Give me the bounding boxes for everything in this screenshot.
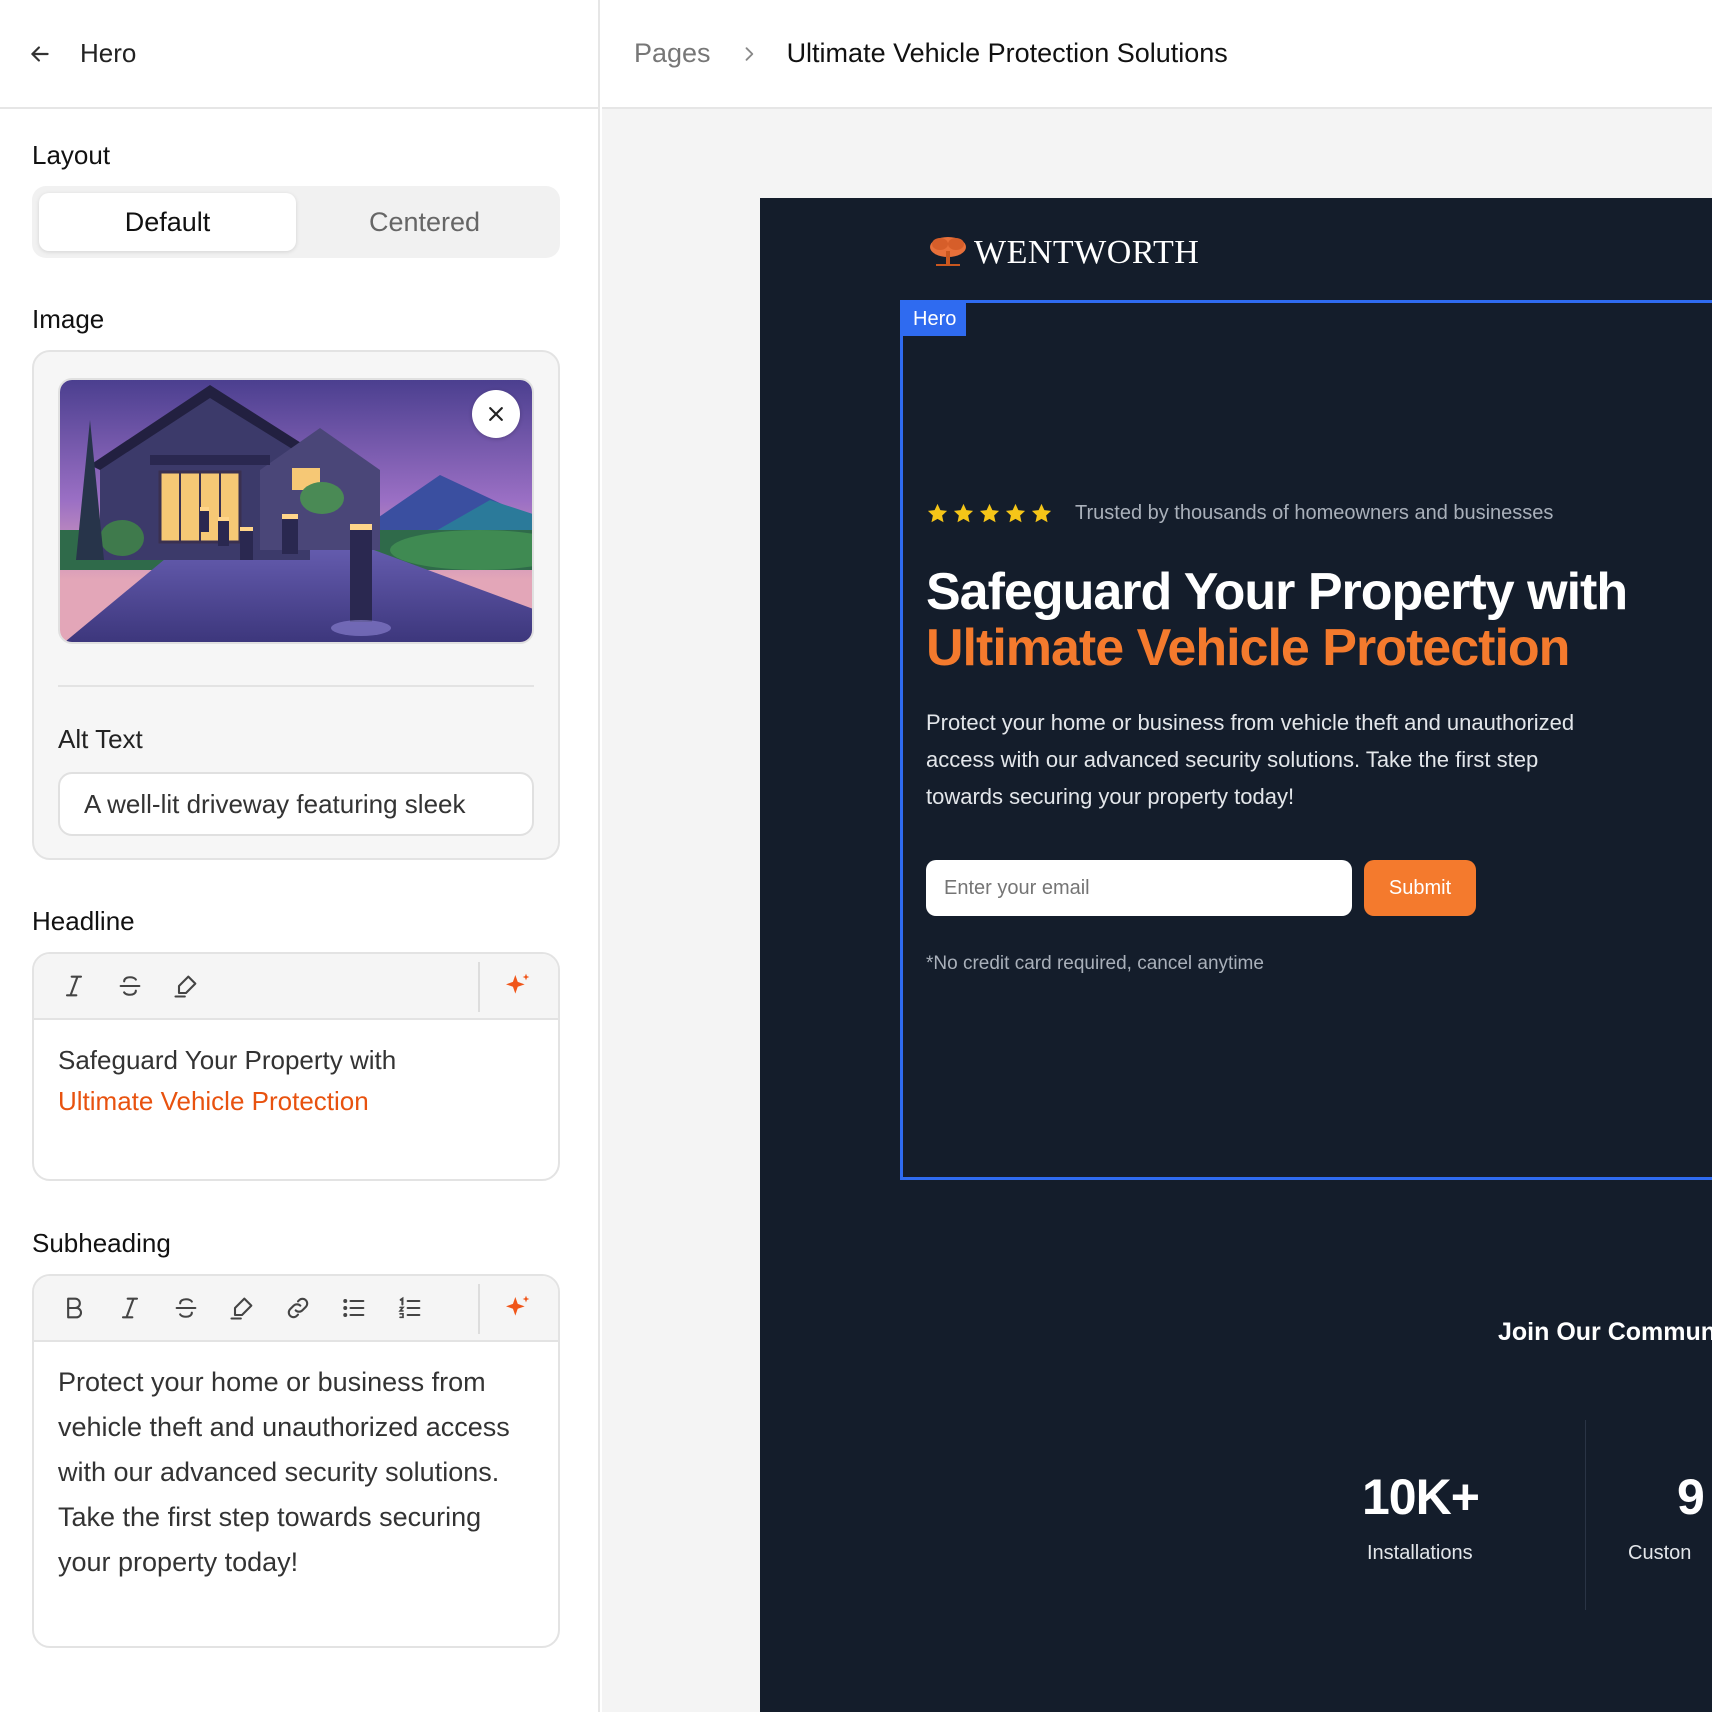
headline-line: Safeguard Your Property with bbox=[58, 1045, 397, 1075]
link-icon[interactable] bbox=[270, 1280, 326, 1336]
chevron-right-icon bbox=[739, 44, 759, 64]
hero-headline-white: Safeguard Your Property with bbox=[926, 563, 1628, 621]
image-label: Image bbox=[32, 304, 105, 334]
headline-toolbar bbox=[34, 954, 558, 1020]
rating-stars bbox=[926, 502, 1053, 525]
breadcrumb: Pages Ultimate Vehicle Protection Soluti… bbox=[602, 0, 1712, 109]
ai-sparkle-icon[interactable] bbox=[490, 1281, 546, 1337]
star-icon bbox=[927, 503, 948, 523]
oak-tree-icon bbox=[928, 235, 968, 272]
italic-icon[interactable] bbox=[102, 1280, 158, 1336]
toolbar-separator bbox=[478, 1284, 480, 1334]
stat-divider bbox=[1585, 1420, 1586, 1610]
breadcrumb-pages-link[interactable]: Pages bbox=[634, 38, 711, 69]
arrow-left-icon[interactable] bbox=[26, 40, 54, 68]
strikethrough-icon[interactable] bbox=[102, 958, 158, 1014]
brand-name: WENTWORTH bbox=[974, 234, 1200, 271]
ai-sparkle-icon[interactable] bbox=[490, 959, 546, 1015]
remove-image-button[interactable] bbox=[472, 390, 520, 438]
star-icon bbox=[1005, 503, 1026, 523]
bold-icon[interactable] bbox=[46, 1280, 102, 1336]
toolbar-separator bbox=[478, 962, 480, 1012]
stat-customers-label: Custon bbox=[1628, 1542, 1692, 1564]
stat-installations-value: 10K+ bbox=[1362, 1469, 1480, 1525]
star-icon bbox=[1031, 503, 1052, 523]
numbered-list-icon[interactable] bbox=[382, 1280, 438, 1336]
panel-header: Hero bbox=[0, 0, 598, 109]
subheading-label: Subheading bbox=[32, 1228, 171, 1258]
brand-logo: WENTWORTH bbox=[928, 234, 1199, 272]
headline-editor: Safeguard Your Property with Ultimate Ve… bbox=[32, 952, 560, 1181]
subheading-editor: Protect your home or business from vehic… bbox=[32, 1274, 560, 1648]
star-icon bbox=[979, 503, 1000, 523]
trust-text: Trusted by thousands of homeowners and b… bbox=[1075, 502, 1554, 524]
rating-row: Trusted by thousands of homeowners and b… bbox=[926, 502, 1553, 525]
strikethrough-icon[interactable] bbox=[158, 1280, 214, 1336]
panel-title: Hero bbox=[80, 38, 137, 68]
hero-section-tag: Hero bbox=[903, 303, 967, 336]
breadcrumb-current-page: Ultimate Vehicle Protection Solutions bbox=[786, 38, 1228, 68]
hero-subheading: Protect your home or business from vehic… bbox=[926, 710, 1575, 809]
layout-option-centered[interactable]: Centered bbox=[296, 193, 553, 251]
headline-label: Headline bbox=[32, 906, 135, 936]
alt-text-input[interactable] bbox=[58, 772, 534, 836]
hero-image-thumbnail[interactable] bbox=[58, 378, 534, 644]
hero-headline-orange: Ultimate Vehicle Protection bbox=[926, 619, 1570, 677]
join-community-heading: Join Our Commun bbox=[1498, 1318, 1712, 1346]
headline-text[interactable]: Safeguard Your Property with Ultimate Ve… bbox=[34, 1020, 558, 1142]
layout-label: Layout bbox=[32, 140, 111, 170]
signup-note: *No credit card required, cancel anytime bbox=[926, 953, 1264, 974]
italic-icon[interactable] bbox=[46, 958, 102, 1014]
submit-button[interactable]: Submit bbox=[1364, 860, 1476, 916]
card-divider bbox=[58, 685, 534, 687]
layout-toggle: Default Centered bbox=[32, 186, 560, 258]
stat-installations-label: Installations bbox=[1367, 1542, 1473, 1564]
email-input[interactable] bbox=[926, 860, 1352, 916]
highlight-icon[interactable] bbox=[214, 1280, 270, 1336]
page-preview: WENTWORTH Hero Trusted by thousands of h… bbox=[760, 198, 1712, 1712]
image-card: Alt Text bbox=[32, 350, 560, 860]
star-icon bbox=[953, 503, 974, 523]
preview-area: Pages Ultimate Vehicle Protection Soluti… bbox=[602, 0, 1712, 1712]
headline-highlight: Ultimate Vehicle Protection bbox=[58, 1086, 369, 1116]
hero-headline: Safeguard Your Property with Ultimate Ve… bbox=[926, 563, 1628, 677]
layout-option-default[interactable]: Default bbox=[39, 193, 296, 251]
alt-text-label: Alt Text bbox=[58, 724, 143, 754]
stat-customers-value: 9 bbox=[1677, 1469, 1705, 1525]
highlight-icon[interactable] bbox=[158, 958, 214, 1014]
subheading-text[interactable]: Protect your home or business from vehic… bbox=[34, 1342, 558, 1605]
bullet-list-icon[interactable] bbox=[326, 1280, 382, 1336]
subheading-toolbar bbox=[34, 1276, 558, 1342]
editor-panel: Hero Layout Default Centered Image Alt T… bbox=[0, 0, 600, 1712]
